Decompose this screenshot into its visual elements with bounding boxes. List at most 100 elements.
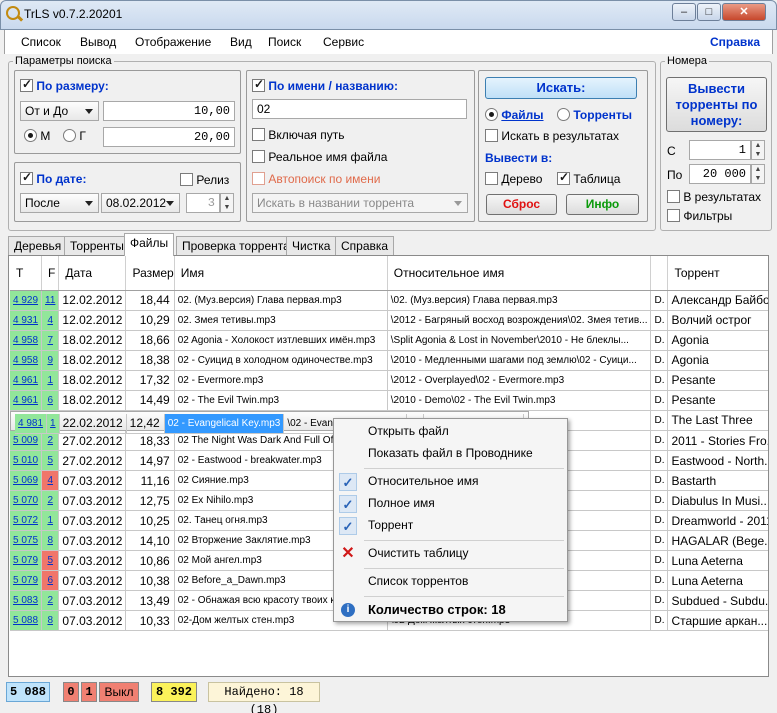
name-checkbox[interactable] [252, 77, 265, 92]
table-row[interactable]: 4 929 11 12.02.2012 18,44 02. (Муз.версия) Г… [10, 290, 768, 311]
cell-t[interactable]: 5 079 [10, 550, 43, 571]
cell-f[interactable]: 1 [41, 510, 60, 531]
tab-trees[interactable]: Деревья [8, 236, 68, 255]
menu-search[interactable]: Поиск [268, 35, 301, 49]
real-name-toggle[interactable]: Реальное имя файла [252, 150, 387, 164]
search-button[interactable]: Искать: [485, 77, 637, 99]
cell-f[interactable]: 8 [41, 530, 60, 551]
output-tree-toggle[interactable]: Дерево [485, 172, 542, 186]
show-torrents-by-number-button[interactable]: Вывести торренты по номеру: [666, 77, 767, 132]
cell-t[interactable]: 4 981 [15, 413, 48, 434]
tab-torrents[interactable]: Торренты [64, 236, 130, 255]
maximize-button[interactable]: □ [697, 3, 721, 21]
cell-f[interactable]: 1 [46, 413, 60, 434]
menu-view[interactable]: Вид [230, 35, 252, 49]
size-filter-toggle[interactable]: По размеру: [20, 77, 109, 93]
cell-f[interactable]: 2 [41, 590, 60, 611]
col-header-date[interactable]: Дата [58, 256, 127, 291]
date-mode-select[interactable]: После [20, 193, 99, 213]
cell-f[interactable]: 4 [41, 470, 60, 491]
files-radio[interactable]: Файлы [485, 108, 544, 122]
output-table-checkbox[interactable] [557, 170, 570, 185]
release-spinner[interactable]: ▲ ▼ [220, 193, 234, 213]
cell-f[interactable]: 7 [41, 330, 60, 351]
size-from-input[interactable]: 10,00 [103, 101, 235, 121]
filters-checkbox[interactable] [667, 209, 680, 222]
include-path-checkbox[interactable] [252, 128, 265, 141]
release-checkbox[interactable] [180, 173, 193, 186]
auto-search-toggle[interactable]: Автопоиск по имени [252, 172, 380, 186]
date-checkbox[interactable] [20, 170, 33, 185]
menu-display[interactable]: Отображение [135, 35, 211, 49]
menu-list[interactable]: Список [21, 35, 61, 49]
tab-cleanup[interactable]: Чистка [286, 236, 337, 255]
col-header-relative-name[interactable]: Относительное имя [387, 256, 652, 291]
number-to-input[interactable]: 20 000 [689, 164, 751, 184]
minimize-button[interactable]: – [672, 3, 696, 21]
unit-m-radio[interactable]: М [24, 129, 50, 143]
ctx-relative-name[interactable]: ✓ Относительное имя [334, 471, 567, 493]
name-input[interactable]: 02 [252, 99, 467, 119]
menu-service[interactable]: Сервис [323, 35, 364, 49]
output-tree-checkbox[interactable] [485, 172, 498, 185]
include-path-toggle[interactable]: Включая путь [252, 128, 344, 142]
cell-f[interactable]: 6 [41, 390, 60, 411]
cell-t[interactable]: 4 958 [10, 330, 43, 351]
col-header-name[interactable]: Имя [174, 256, 388, 291]
cell-t[interactable]: 5 069 [10, 470, 43, 491]
size-checkbox[interactable] [20, 77, 33, 92]
cell-f[interactable]: 2 [41, 490, 60, 511]
cell-t[interactable]: 5 075 [10, 530, 43, 551]
number-to-spinner[interactable]: ▲ ▼ [751, 164, 765, 184]
col-header-drive[interactable] [650, 256, 669, 291]
auto-search-checkbox[interactable] [252, 172, 265, 185]
size-mode-select[interactable]: От и До [20, 101, 99, 121]
unit-g-radio-dot[interactable] [63, 129, 76, 142]
search-in-results-toggle[interactable]: Искать в результатах [485, 129, 619, 143]
release-toggle[interactable]: Релиз [180, 173, 229, 187]
cell-f[interactable]: 8 [41, 610, 60, 631]
cell-t[interactable]: 5 079 [10, 570, 43, 591]
release-input[interactable]: 3 [186, 193, 220, 213]
cell-f[interactable]: 1 [41, 370, 60, 391]
date-picker[interactable]: 08.02.2012 [101, 193, 180, 213]
cell-t[interactable]: 5 088 [10, 610, 43, 631]
ctx-clear-table[interactable]: ✕ Очистить таблицу [334, 543, 567, 565]
ctx-show-in-explorer[interactable]: Показать файл в Проводнике [334, 443, 567, 465]
search-in-results-checkbox[interactable] [485, 129, 498, 142]
ctx-torrent[interactable]: ✓ Торрент [334, 515, 567, 537]
filters-toggle[interactable]: Фильтры [667, 209, 732, 223]
search-scope-select[interactable]: Искать в названии торрента [252, 193, 468, 213]
real-name-checkbox[interactable] [252, 150, 265, 163]
col-header-t[interactable]: T [10, 256, 43, 291]
cell-f[interactable]: 4 [41, 310, 60, 331]
unit-g-radio[interactable]: Г [63, 129, 86, 143]
torrents-radio-dot[interactable] [557, 108, 570, 121]
cell-t[interactable]: 5 083 [10, 590, 43, 611]
number-from-spinner[interactable]: ▲ ▼ [751, 140, 765, 160]
cell-t[interactable]: 4 958 [10, 350, 43, 371]
reset-button[interactable]: Сброс [486, 194, 557, 215]
menu-output[interactable]: Вывод [80, 35, 116, 49]
close-button[interactable]: ✕ [722, 3, 766, 21]
ctx-open-file[interactable]: Открыть файл [334, 421, 567, 443]
cell-t[interactable]: 5 070 [10, 490, 43, 511]
date-filter-toggle[interactable]: По дате: [20, 170, 86, 186]
output-table-toggle[interactable]: Таблица [557, 170, 620, 186]
cell-f[interactable]: 5 [41, 450, 60, 471]
cell-f[interactable]: 11 [41, 290, 60, 311]
tab-help[interactable]: Справка [335, 236, 395, 255]
cell-t[interactable]: 4 931 [10, 310, 43, 331]
info-button[interactable]: Инфо [566, 194, 639, 215]
table-row[interactable]: 4 961 6 18.02.2012 14,49 02 - The Evil Twin.… [10, 390, 768, 411]
ctx-full-name[interactable]: ✓ Полное имя [334, 493, 567, 515]
ctx-torrent-list[interactable]: Список торрентов [334, 571, 567, 593]
cell-f[interactable]: 5 [41, 550, 60, 571]
name-filter-toggle[interactable]: По имени / названию: [252, 77, 398, 93]
cell-t[interactable]: 4 961 [10, 390, 43, 411]
cell-t[interactable]: 4 929 [10, 290, 43, 311]
col-header-size[interactable]: Размер [125, 256, 175, 291]
cell-t[interactable]: 4 961 [10, 370, 43, 391]
tab-torrent-check[interactable]: Проверка торрента [176, 236, 296, 255]
files-radio-dot[interactable] [485, 108, 498, 121]
